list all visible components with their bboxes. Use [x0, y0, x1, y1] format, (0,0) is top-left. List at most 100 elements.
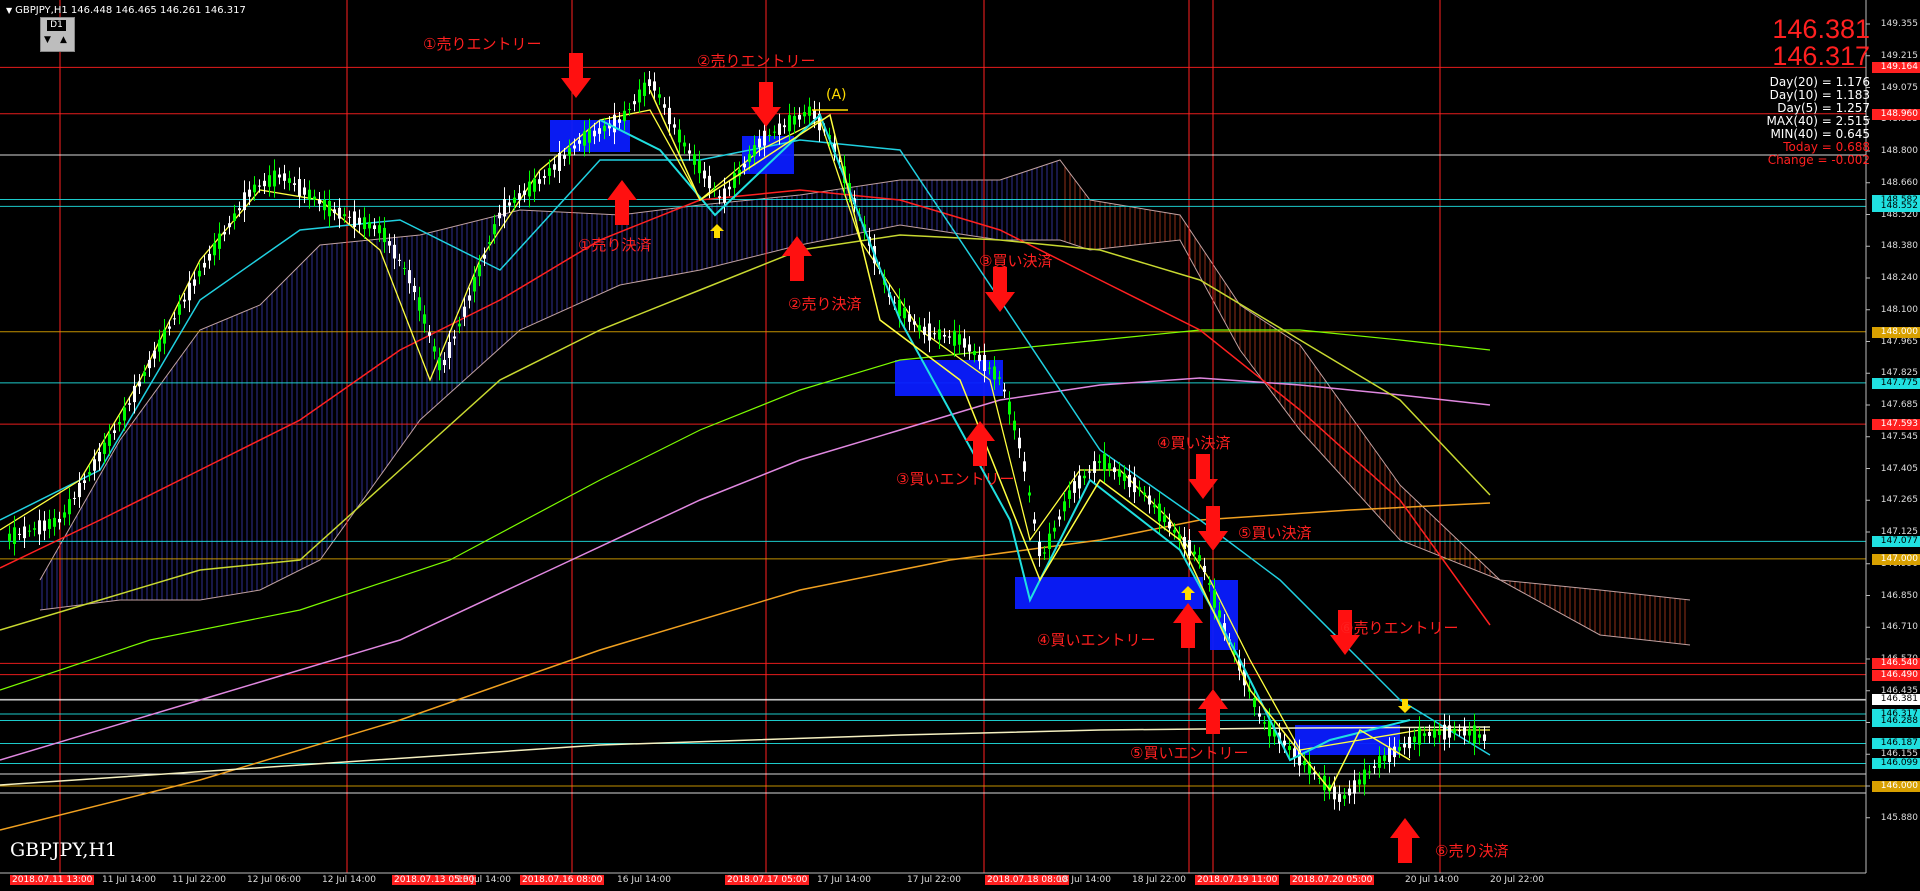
candle-body: [23, 526, 26, 539]
candle-body: [603, 125, 606, 132]
candle-body: [988, 367, 991, 369]
candle-body: [193, 279, 196, 286]
candle-body: [633, 101, 636, 105]
candle-body: [73, 497, 76, 499]
candle-body: [378, 225, 381, 234]
candle-body: [1063, 501, 1066, 512]
candle-body: [178, 304, 181, 315]
candle-body: [533, 178, 536, 192]
candle-body: [353, 211, 356, 227]
candle-body: [428, 332, 431, 336]
candle-body: [413, 285, 416, 293]
price-axis-label: 148.660: [1880, 177, 1918, 188]
candle-body: [1208, 583, 1211, 585]
price-level-tag: 148.000: [1872, 326, 1920, 338]
candle-body: [793, 115, 796, 125]
candle-body: [1258, 713, 1261, 717]
candle-body: [693, 154, 696, 165]
candle-body: [698, 160, 701, 174]
time-axis-label: 18 Jul 14:00: [1057, 875, 1111, 885]
down-arrow-icon[interactable]: ▼: [44, 35, 51, 45]
candle-body: [1148, 495, 1151, 505]
candle-body: [468, 295, 471, 301]
candle-body: [433, 346, 436, 352]
price-level-tag: 146.187: [1872, 738, 1920, 750]
candle-body: [38, 520, 41, 535]
candle-body: [228, 223, 231, 228]
candle-body: [13, 527, 16, 544]
candle-body: [153, 350, 156, 359]
candle-body: [33, 528, 36, 530]
candle-body: [1038, 541, 1041, 557]
time-axis-label: 11 Jul 22:00: [172, 875, 226, 885]
candle-body: [1343, 795, 1346, 799]
candle-body: [958, 334, 961, 345]
ask-price: 146.317: [1772, 41, 1870, 71]
candle-body: [1143, 492, 1146, 495]
price-axis-label: 146.710: [1880, 622, 1918, 633]
candle-body: [133, 385, 136, 403]
candle-body: [1188, 540, 1191, 556]
candle-body: [628, 109, 631, 111]
up-arrow-icon: [1390, 818, 1420, 863]
candle-body: [968, 344, 971, 352]
candle-body: [208, 253, 211, 261]
candle-body: [108, 434, 111, 446]
stat-line: Change = -0.002: [1767, 153, 1870, 167]
candle-body: [588, 129, 591, 143]
candle-body: [1418, 727, 1421, 745]
price-axis-label: 147.965: [1880, 336, 1918, 347]
candle-body: [683, 142, 686, 147]
candle-body: [1128, 474, 1131, 488]
candle-body: [993, 366, 996, 380]
axes: [0, 0, 1870, 874]
candle-body: [338, 207, 341, 219]
time-axis-label: 2018.07.19 11:00: [1195, 875, 1280, 885]
candle-body: [1078, 475, 1081, 489]
up-arrow-icon[interactable]: ▲: [60, 35, 67, 45]
candle-body: [1283, 740, 1286, 746]
down-arrow-icon: [985, 267, 1015, 312]
candle-body: [173, 318, 176, 320]
candle-body: [1203, 565, 1206, 573]
candle-body: [68, 499, 71, 515]
candle-body: [643, 82, 646, 96]
candle-body: [1163, 515, 1166, 523]
price-level-tag: 146.099: [1872, 758, 1920, 770]
candle-body: [253, 184, 256, 193]
candle-body: [728, 186, 731, 190]
candle-body: [1028, 492, 1031, 496]
candle-body: [923, 326, 926, 335]
candle-body: [553, 164, 556, 170]
candle-body: [498, 212, 501, 219]
candle-body: [363, 217, 366, 230]
candle-body: [908, 314, 911, 322]
price-axis-label: 148.800: [1880, 146, 1918, 156]
candle-body: [1378, 756, 1381, 768]
bid-price: 146.381: [1772, 14, 1870, 44]
price-chart[interactable]: [0, 0, 1920, 891]
candle-body: [933, 333, 936, 335]
candle-body: [318, 199, 321, 204]
candle-body: [583, 131, 586, 146]
timeframe-button[interactable]: D1 ▼ ▲: [40, 17, 75, 52]
candle-body: [383, 227, 386, 243]
ma-red: [0, 189, 1491, 626]
candle-body: [258, 185, 261, 187]
candle-body: [483, 254, 486, 259]
candle-body: [238, 208, 241, 211]
candle-body: [1073, 481, 1076, 493]
candle-body: [978, 354, 981, 362]
price-level-tag: 146.000: [1872, 780, 1920, 792]
trade-annotation: ⑤買い決済: [1238, 524, 1312, 542]
candle-body: [1173, 529, 1176, 533]
time-axis-label: 12 Jul 06:00: [247, 875, 301, 885]
moving-average-lines: [0, 109, 1491, 831]
price-level-tag: 148.552: [1872, 201, 1920, 213]
candle-body: [938, 329, 941, 340]
candle-body: [1158, 503, 1161, 522]
dropdown-icon[interactable]: ▼: [6, 6, 12, 15]
candle-body: [913, 321, 916, 325]
candle-body: [18, 533, 21, 535]
price-axis-label: 145.880: [1880, 812, 1918, 823]
